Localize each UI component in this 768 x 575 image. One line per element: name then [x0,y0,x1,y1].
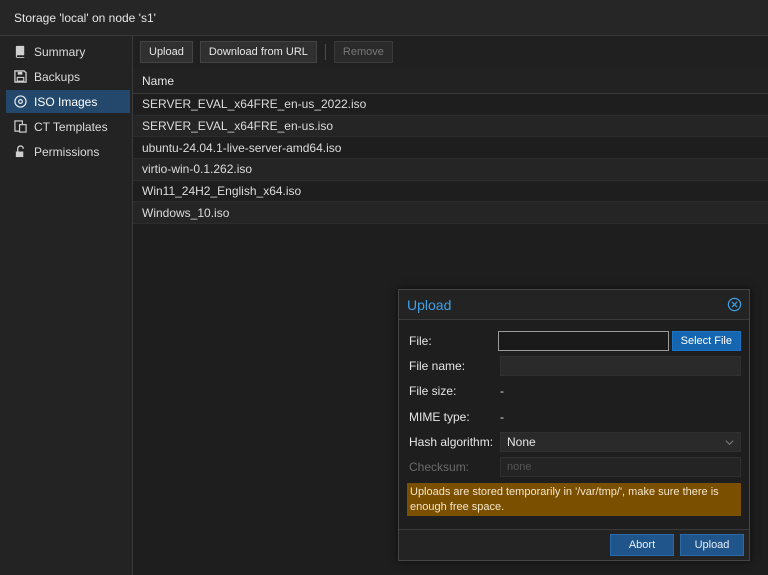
file-size-label: File size: [409,384,457,398]
table-row[interactable]: Win11_24H2_English_x64.iso [133,181,768,203]
table-row[interactable]: virtio-win-0.1.262.iso [133,159,768,181]
hash-algorithm-select[interactable]: None [500,432,741,452]
dialog-upload-button[interactable]: Upload [680,534,744,556]
sidebar-item-label: CT Templates [34,119,108,134]
close-icon[interactable] [727,297,742,312]
sidebar-item-summary[interactable]: Summary [6,40,130,63]
sidebar-item-permissions[interactable]: Permissions [6,140,130,163]
upload-button[interactable]: Upload [140,41,193,63]
checksum-label: Checksum: [409,460,470,474]
storage-warning: Uploads are stored temporarily in '/var/… [407,483,741,516]
chevron-down-icon [725,439,734,445]
checksum-row: Checksum: none [409,456,741,478]
sidebar-item-ct-templates[interactable]: CT Templates [6,115,130,138]
file-size-row: File size: - [409,380,741,402]
book-icon [15,45,25,58]
window-title-bar: Storage 'local' on node 's1' [0,0,768,36]
remove-button[interactable]: Remove [333,41,393,63]
dialog-header: Upload [399,290,749,320]
hash-algorithm-value: None [507,435,536,449]
table-row[interactable]: Windows_10.iso [133,202,768,225]
dialog-title: Upload [407,296,452,313]
table-row[interactable]: SERVER_EVAL_x64FRE_en-us.iso [133,115,768,138]
sidebar-item-iso-images[interactable]: ISO Images [6,90,130,113]
sidebar-item-label: Summary [34,44,86,59]
sidebar-item-label: ISO Images [34,94,98,109]
template-icon [14,120,27,133]
file-name-row: File name: [409,355,741,377]
sidebar-item-label: Backups [34,69,81,84]
hash-algorithm-label: Hash algorithm: [409,435,494,449]
table-row[interactable]: SERVER_EVAL_x64FRE_en-us_2022.iso [133,94,768,116]
column-header-name[interactable]: Name [133,68,768,94]
file-field[interactable] [498,331,669,351]
dialog-footer: Abort Upload [399,529,749,560]
table-row[interactable]: ubuntu-24.04.1-live-server-amd64.iso [133,137,768,160]
unlock-icon [15,145,24,158]
download-from-url-button[interactable]: Download from URL [199,41,317,63]
file-size-value: - [500,384,504,398]
floppy-icon [14,70,27,83]
sidebar: Summary Backups ISO Images CT Templates … [0,36,133,575]
hash-algorithm-row: Hash algorithm: None [409,431,741,453]
mime-type-label: MIME type: [409,410,470,424]
abort-button[interactable]: Abort [610,534,674,556]
disc-icon [14,95,27,108]
file-label: File: [409,334,432,348]
file-name-field[interactable] [500,356,741,376]
mime-type-row: MIME type: - [409,406,741,428]
file-row: File: Select File [409,330,741,352]
toolbar-separator [324,44,326,60]
checksum-field[interactable]: none [500,457,741,477]
window-title: Storage 'local' on node 's1' [14,10,156,25]
mime-type-value: - [500,410,504,424]
file-name-label: File name: [409,359,466,373]
toolbar: Upload Download from URL Remove [133,36,768,68]
column-header-label: Name [142,73,175,88]
sidebar-item-backups[interactable]: Backups [6,65,130,88]
select-file-button[interactable]: Select File [671,331,741,351]
iso-list: SERVER_EVAL_x64FRE_en-us_2022.iso SERVER… [133,94,768,225]
upload-dialog: Upload File: Select File File name: File… [398,289,750,561]
sidebar-item-label: Permissions [34,144,100,159]
